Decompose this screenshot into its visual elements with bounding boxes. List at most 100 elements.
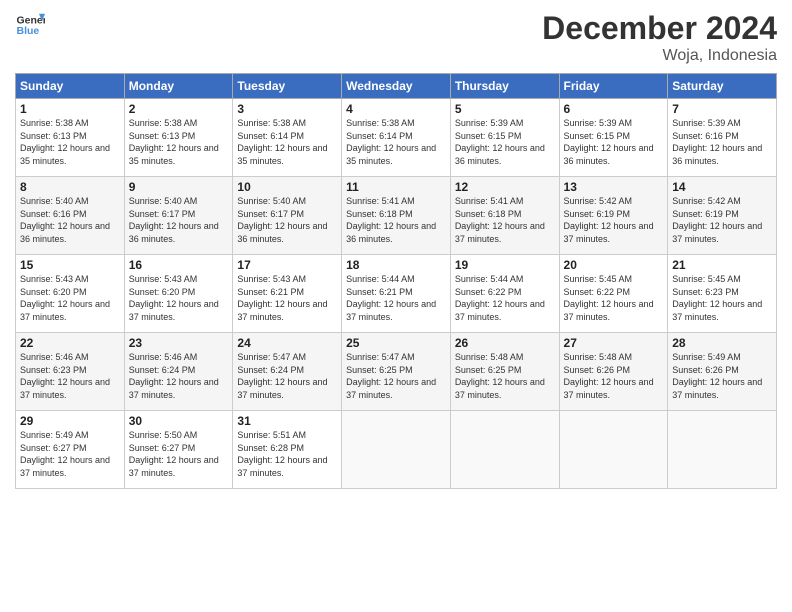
calendar-cell: 11 Sunrise: 5:41 AM Sunset: 6:18 PM Dayl… [342, 177, 451, 255]
daylight-label: Daylight: 12 hours and 37 minutes. [672, 377, 762, 400]
calendar-cell: 2 Sunrise: 5:38 AM Sunset: 6:13 PM Dayli… [124, 99, 233, 177]
daylight-label: Daylight: 12 hours and 36 minutes. [564, 143, 654, 166]
sunset-label: Sunset: 6:20 PM [129, 287, 196, 297]
sunrise-label: Sunrise: 5:40 AM [237, 196, 306, 206]
daylight-label: Daylight: 12 hours and 35 minutes. [129, 143, 219, 166]
calendar-cell [668, 411, 777, 489]
day-number: 12 [455, 180, 555, 194]
calendar-cell: 15 Sunrise: 5:43 AM Sunset: 6:20 PM Dayl… [16, 255, 125, 333]
sunrise-label: Sunrise: 5:39 AM [455, 118, 524, 128]
sunrise-label: Sunrise: 5:38 AM [20, 118, 89, 128]
sunrise-label: Sunrise: 5:41 AM [455, 196, 524, 206]
calendar-cell: 22 Sunrise: 5:46 AM Sunset: 6:23 PM Dayl… [16, 333, 125, 411]
day-number: 13 [564, 180, 664, 194]
calendar-cell: 7 Sunrise: 5:39 AM Sunset: 6:16 PM Dayli… [668, 99, 777, 177]
daylight-label: Daylight: 12 hours and 37 minutes. [564, 299, 654, 322]
sunrise-label: Sunrise: 5:49 AM [20, 430, 89, 440]
day-info: Sunrise: 5:49 AM Sunset: 6:27 PM Dayligh… [20, 429, 120, 479]
day-number: 7 [672, 102, 772, 116]
day-info: Sunrise: 5:45 AM Sunset: 6:23 PM Dayligh… [672, 273, 772, 323]
calendar-cell: 18 Sunrise: 5:44 AM Sunset: 6:21 PM Dayl… [342, 255, 451, 333]
day-number: 4 [346, 102, 446, 116]
day-number: 11 [346, 180, 446, 194]
day-info: Sunrise: 5:38 AM Sunset: 6:14 PM Dayligh… [346, 117, 446, 167]
day-info: Sunrise: 5:50 AM Sunset: 6:27 PM Dayligh… [129, 429, 229, 479]
day-number: 29 [20, 414, 120, 428]
svg-text:Blue: Blue [17, 25, 40, 37]
sunset-label: Sunset: 6:15 PM [455, 131, 522, 141]
day-number: 10 [237, 180, 337, 194]
daylight-label: Daylight: 12 hours and 37 minutes. [455, 299, 545, 322]
day-number: 20 [564, 258, 664, 272]
daylight-label: Daylight: 12 hours and 36 minutes. [129, 221, 219, 244]
col-wednesday: Wednesday [342, 74, 451, 99]
calendar-cell: 13 Sunrise: 5:42 AM Sunset: 6:19 PM Dayl… [559, 177, 668, 255]
logo: General Blue [15, 10, 45, 40]
calendar-cell: 8 Sunrise: 5:40 AM Sunset: 6:16 PM Dayli… [16, 177, 125, 255]
day-number: 17 [237, 258, 337, 272]
sunrise-label: Sunrise: 5:38 AM [129, 118, 198, 128]
calendar-cell: 4 Sunrise: 5:38 AM Sunset: 6:14 PM Dayli… [342, 99, 451, 177]
day-info: Sunrise: 5:39 AM Sunset: 6:15 PM Dayligh… [564, 117, 664, 167]
daylight-label: Daylight: 12 hours and 37 minutes. [237, 455, 327, 478]
daylight-label: Daylight: 12 hours and 36 minutes. [20, 221, 110, 244]
daylight-label: Daylight: 12 hours and 37 minutes. [564, 377, 654, 400]
day-number: 19 [455, 258, 555, 272]
daylight-label: Daylight: 12 hours and 36 minutes. [672, 143, 762, 166]
sunset-label: Sunset: 6:25 PM [346, 365, 413, 375]
day-number: 2 [129, 102, 229, 116]
calendar-cell: 21 Sunrise: 5:45 AM Sunset: 6:23 PM Dayl… [668, 255, 777, 333]
sunrise-label: Sunrise: 5:41 AM [346, 196, 415, 206]
sunset-label: Sunset: 6:23 PM [20, 365, 87, 375]
col-monday: Monday [124, 74, 233, 99]
daylight-label: Daylight: 12 hours and 35 minutes. [237, 143, 327, 166]
header-row: Sunday Monday Tuesday Wednesday Thursday… [16, 74, 777, 99]
sunrise-label: Sunrise: 5:39 AM [672, 118, 741, 128]
calendar-cell: 20 Sunrise: 5:45 AM Sunset: 6:22 PM Dayl… [559, 255, 668, 333]
sunset-label: Sunset: 6:14 PM [237, 131, 304, 141]
day-number: 5 [455, 102, 555, 116]
sunrise-label: Sunrise: 5:50 AM [129, 430, 198, 440]
day-number: 16 [129, 258, 229, 272]
day-number: 14 [672, 180, 772, 194]
day-info: Sunrise: 5:45 AM Sunset: 6:22 PM Dayligh… [564, 273, 664, 323]
title-block: December 2024 Woja, Indonesia [542, 10, 777, 65]
sunset-label: Sunset: 6:19 PM [564, 209, 631, 219]
day-info: Sunrise: 5:42 AM Sunset: 6:19 PM Dayligh… [672, 195, 772, 245]
sunset-label: Sunset: 6:24 PM [237, 365, 304, 375]
calendar-cell: 30 Sunrise: 5:50 AM Sunset: 6:27 PM Dayl… [124, 411, 233, 489]
calendar-cell: 17 Sunrise: 5:43 AM Sunset: 6:21 PM Dayl… [233, 255, 342, 333]
day-number: 21 [672, 258, 772, 272]
sunset-label: Sunset: 6:25 PM [455, 365, 522, 375]
month-title: December 2024 [542, 10, 777, 47]
calendar-container: General Blue December 2024 Woja, Indones… [0, 0, 792, 612]
sunrise-label: Sunrise: 5:42 AM [672, 196, 741, 206]
daylight-label: Daylight: 12 hours and 37 minutes. [346, 377, 436, 400]
calendar-cell: 26 Sunrise: 5:48 AM Sunset: 6:25 PM Dayl… [450, 333, 559, 411]
daylight-label: Daylight: 12 hours and 36 minutes. [346, 221, 436, 244]
sunrise-label: Sunrise: 5:46 AM [129, 352, 198, 362]
day-info: Sunrise: 5:43 AM Sunset: 6:21 PM Dayligh… [237, 273, 337, 323]
calendar-cell [559, 411, 668, 489]
header: General Blue December 2024 Woja, Indones… [15, 10, 777, 65]
sunrise-label: Sunrise: 5:40 AM [129, 196, 198, 206]
daylight-label: Daylight: 12 hours and 37 minutes. [672, 221, 762, 244]
sunset-label: Sunset: 6:26 PM [564, 365, 631, 375]
day-info: Sunrise: 5:48 AM Sunset: 6:26 PM Dayligh… [564, 351, 664, 401]
day-number: 23 [129, 336, 229, 350]
day-number: 9 [129, 180, 229, 194]
day-info: Sunrise: 5:47 AM Sunset: 6:24 PM Dayligh… [237, 351, 337, 401]
daylight-label: Daylight: 12 hours and 37 minutes. [20, 377, 110, 400]
day-number: 28 [672, 336, 772, 350]
sunset-label: Sunset: 6:18 PM [346, 209, 413, 219]
sunrise-label: Sunrise: 5:51 AM [237, 430, 306, 440]
daylight-label: Daylight: 12 hours and 37 minutes. [346, 299, 436, 322]
sunrise-label: Sunrise: 5:38 AM [346, 118, 415, 128]
col-tuesday: Tuesday [233, 74, 342, 99]
calendar-cell: 28 Sunrise: 5:49 AM Sunset: 6:26 PM Dayl… [668, 333, 777, 411]
day-info: Sunrise: 5:46 AM Sunset: 6:23 PM Dayligh… [20, 351, 120, 401]
sunset-label: Sunset: 6:24 PM [129, 365, 196, 375]
calendar-table: Sunday Monday Tuesday Wednesday Thursday… [15, 73, 777, 489]
day-number: 27 [564, 336, 664, 350]
daylight-label: Daylight: 12 hours and 37 minutes. [20, 299, 110, 322]
